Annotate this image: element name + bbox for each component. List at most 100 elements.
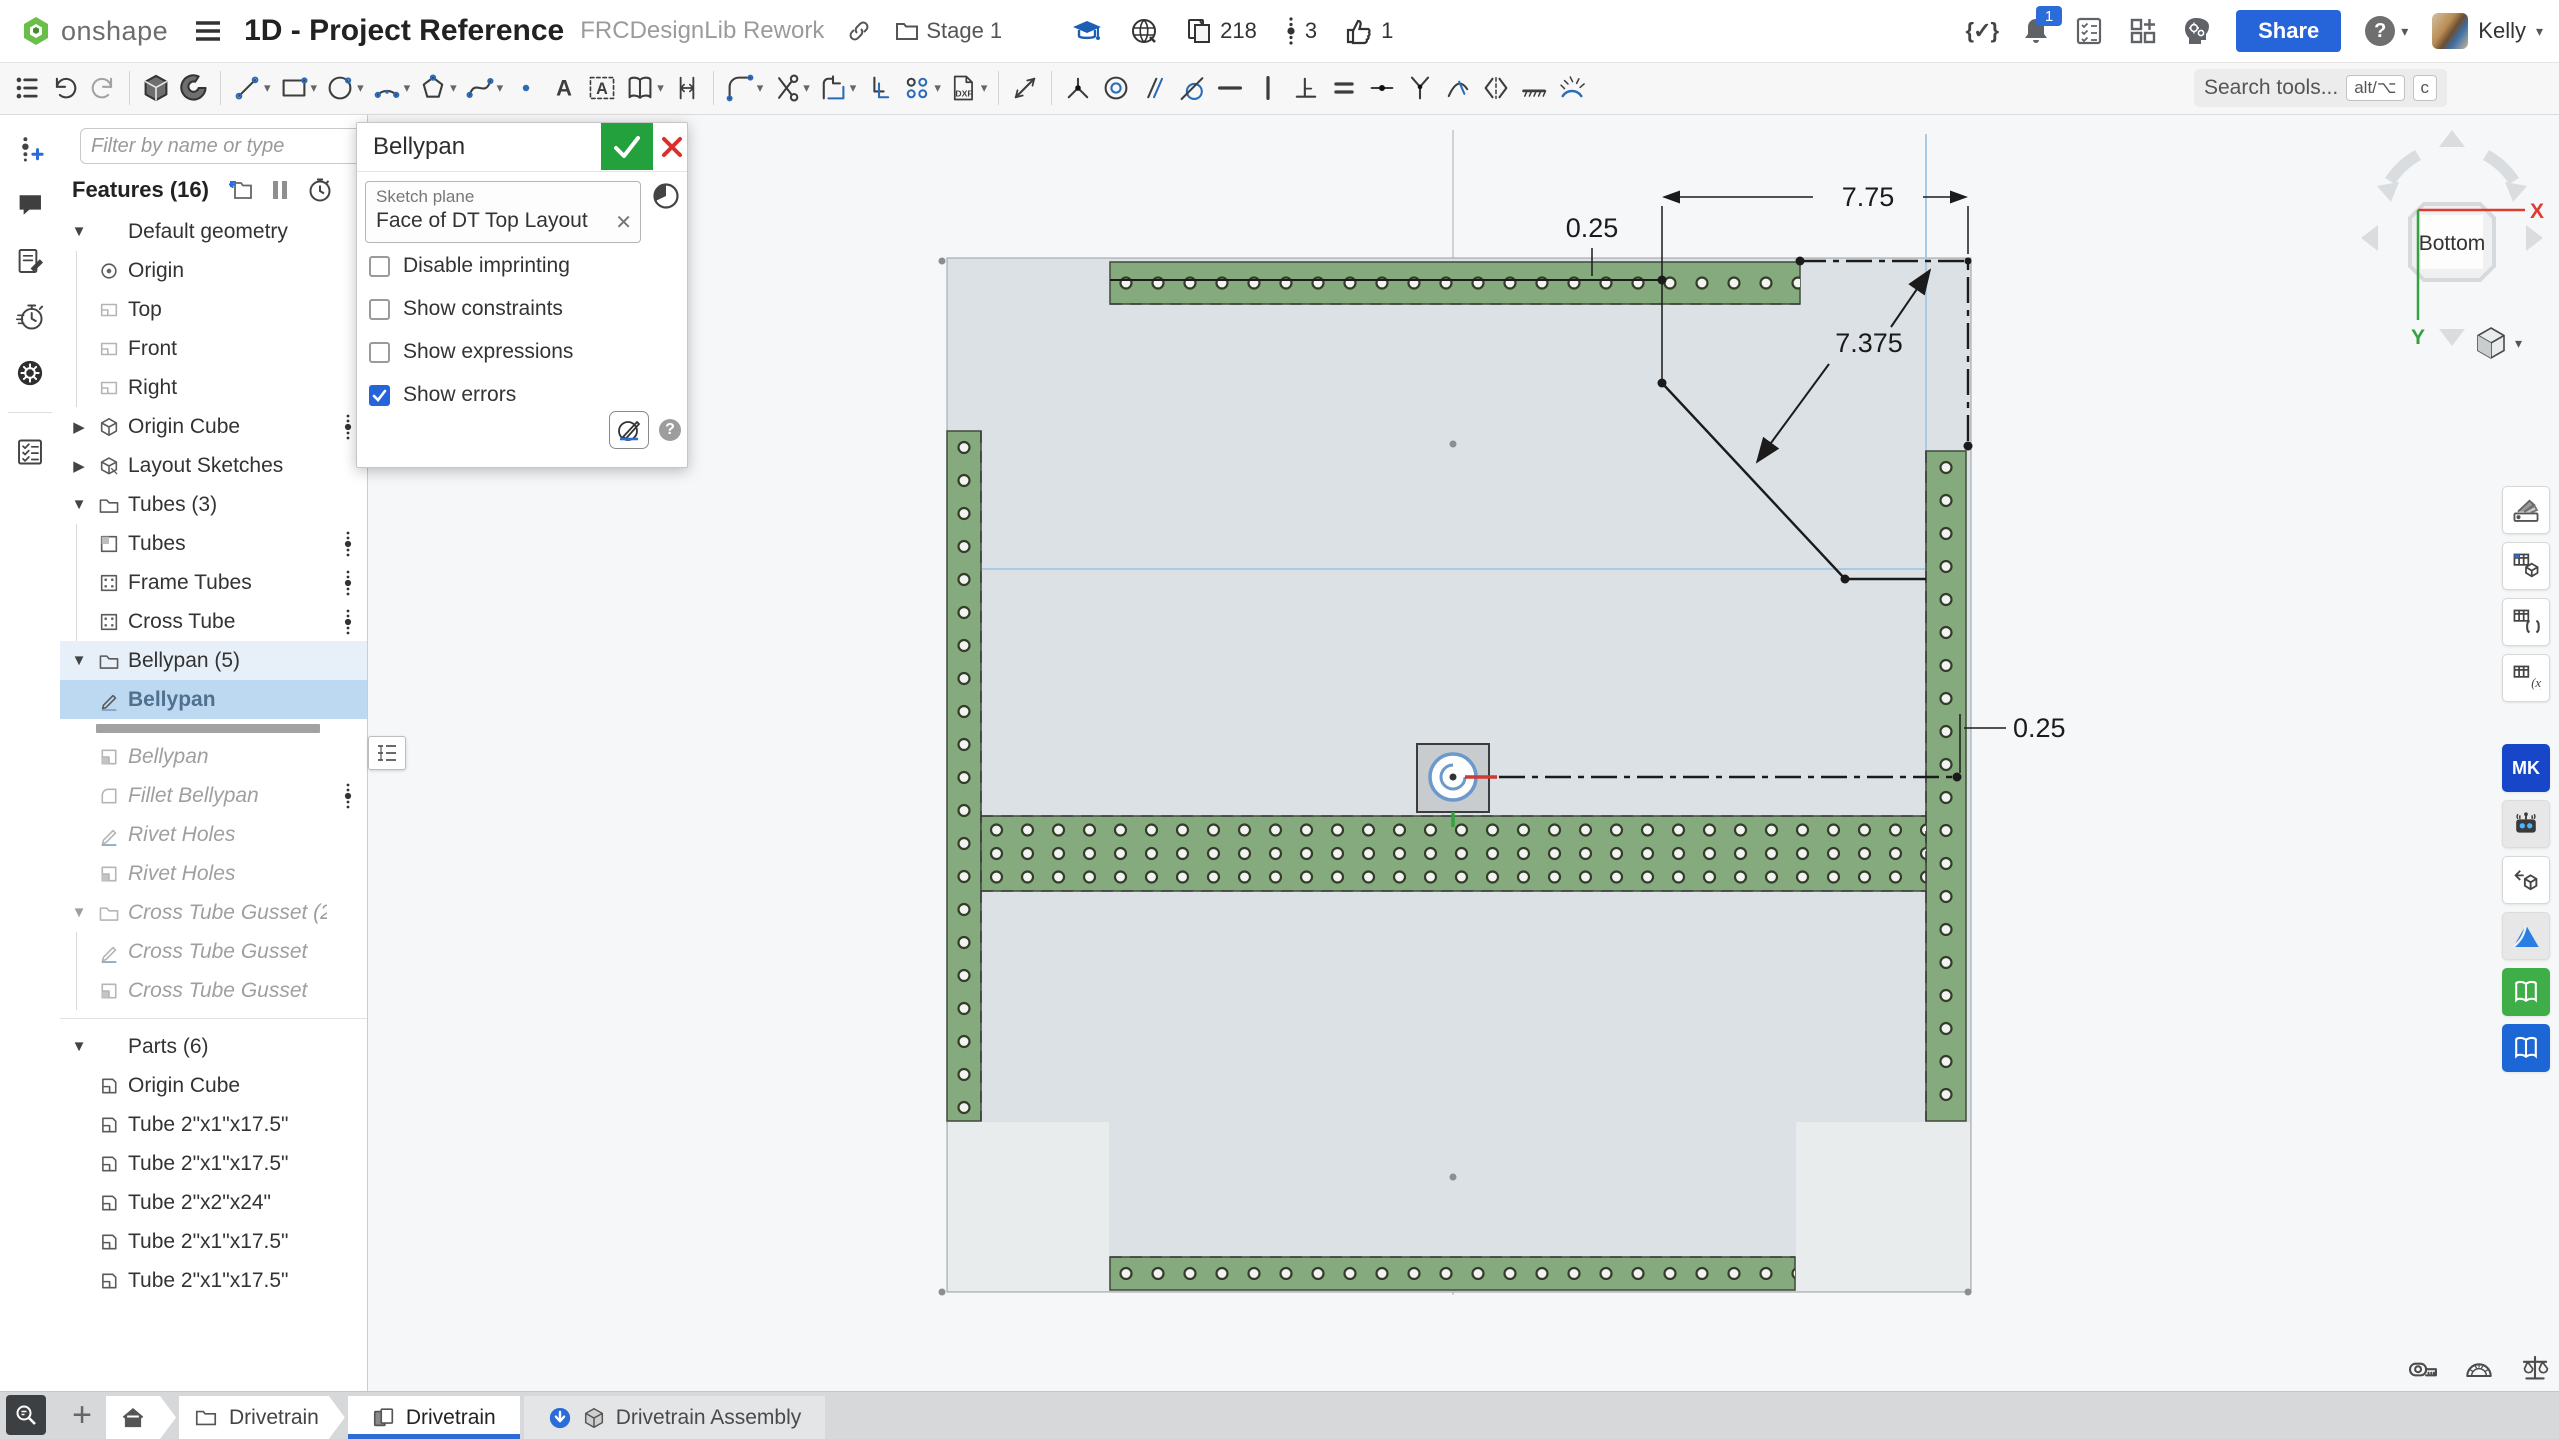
constraint-midpoint-tool[interactable] xyxy=(1363,66,1401,110)
suppress-pause-icon[interactable] xyxy=(271,179,289,201)
dialog-help-icon[interactable]: ? xyxy=(659,419,681,441)
tree-row[interactable]: Tube 2"x2"x24" xyxy=(60,1183,367,1222)
dim-diagonal[interactable]: 7.375 xyxy=(1835,328,1903,358)
tree-row[interactable]: Cross Tube Gusset xyxy=(60,932,367,971)
tree-row[interactable]: Origin Cube xyxy=(60,1066,367,1105)
tree-row[interactable]: Front xyxy=(60,329,367,368)
search-tools[interactable]: Search tools... alt/⌥ c xyxy=(2194,69,2447,107)
tree-row[interactable]: Bellypan xyxy=(60,737,367,776)
sketch-project-tool[interactable]: ▾ xyxy=(814,66,861,110)
tree-row[interactable]: ▼Tubes (3) xyxy=(60,485,367,524)
graphics-area[interactable]: 0.25 7.75 7.375 0.25 xyxy=(367,114,2559,1392)
tree-row[interactable]: Right xyxy=(60,368,367,407)
constraint-normal-tool[interactable] xyxy=(1401,66,1439,110)
tree-row[interactable]: Rivet Holes xyxy=(60,815,367,854)
expander-right-icon[interactable]: ▶ xyxy=(68,418,90,436)
document-title[interactable]: 1D - Project Reference xyxy=(244,14,564,48)
feature-name-input[interactable] xyxy=(371,132,585,162)
cancel-button[interactable] xyxy=(657,123,687,170)
tree-row[interactable]: ▼Cross Tube Gusset (2) xyxy=(60,893,367,932)
sketch-offset-tool[interactable] xyxy=(668,66,706,110)
constraint-horizontal-tool[interactable] xyxy=(1211,66,1249,110)
checkbox-box[interactable] xyxy=(369,385,390,406)
constraint-curvature-tool[interactable] xyxy=(1439,66,1477,110)
main-menu-icon[interactable] xyxy=(194,19,222,43)
extrude-tool[interactable] xyxy=(137,66,175,110)
tree-row[interactable]: ▼Default geometry xyxy=(60,212,367,251)
rollback-history-icon[interactable] xyxy=(307,177,333,203)
tab-drivetrain-assembly[interactable]: Drivetrain Assembly xyxy=(524,1396,826,1439)
tree-row[interactable]: Cross Tube xyxy=(60,602,367,641)
checkbox-show-errors[interactable]: Show errors xyxy=(369,383,516,407)
view-cube[interactable]: Bottom X Y xyxy=(2347,118,2557,368)
configuration-table-icon[interactable] xyxy=(2502,542,2550,590)
configured-features-icon[interactable] xyxy=(2502,598,2550,646)
feature-state-dots-icon[interactable] xyxy=(343,530,353,558)
view-mode-selector[interactable]: ▾ xyxy=(2475,326,2522,360)
constraint-tangent-tool[interactable] xyxy=(1173,66,1211,110)
library-green-app-icon[interactable] xyxy=(2502,968,2550,1016)
filter-input[interactable] xyxy=(80,128,367,164)
protractor-icon[interactable] xyxy=(2463,1352,2495,1384)
checkbox-box[interactable] xyxy=(369,342,390,363)
copies-stat[interactable]: 218 xyxy=(1186,17,1257,45)
sketch-use-tool[interactable]: ▾ xyxy=(621,66,668,110)
configuration-variables-icon[interactable]: (x) xyxy=(2502,654,2550,702)
app-store-icon[interactable] xyxy=(2128,16,2158,46)
tape-measure-icon[interactable] xyxy=(2407,1352,2439,1384)
add-tab-button[interactable]: + xyxy=(62,1394,102,1436)
checkbox-show-expressions[interactable]: Show expressions xyxy=(369,340,573,364)
user-menu[interactable]: Kelly ▾ xyxy=(2432,13,2543,49)
feature-state-dots-icon[interactable] xyxy=(343,608,353,636)
imprint-sketch-button[interactable] xyxy=(609,411,649,449)
public-globe-icon[interactable] xyxy=(1130,17,1158,45)
feature-list-flyout-button[interactable] xyxy=(368,736,406,770)
expander-down-icon[interactable]: ▼ xyxy=(68,652,90,669)
sketch-textbox-tool[interactable]: A xyxy=(583,66,621,110)
plane-orientation-icon[interactable] xyxy=(651,181,681,211)
constraint-vertical-tool[interactable] xyxy=(1249,66,1287,110)
sketch-fillet-tool[interactable]: ▾ xyxy=(721,66,768,110)
feature-state-dots-icon[interactable] xyxy=(343,782,353,810)
tree-row[interactable]: Tube 2"x1"x17.5" xyxy=(60,1144,367,1183)
custom-features-icon[interactable] xyxy=(13,356,47,390)
feature-state-dots-icon[interactable] xyxy=(343,569,353,597)
tree-row[interactable]: Rivet Holes xyxy=(60,854,367,893)
tree-row[interactable]: Fillet Bellypan xyxy=(60,776,367,815)
add-folder-icon[interactable] xyxy=(227,178,253,202)
dim-right-offset[interactable]: 0.25 xyxy=(2013,713,2066,743)
robot-assistant-app-icon[interactable] xyxy=(2502,800,2550,848)
redo-tool[interactable] xyxy=(84,66,122,110)
insert-version-icon[interactable] xyxy=(13,132,47,166)
tree-row[interactable]: Tube 2"x1"x17.5" xyxy=(60,1261,367,1300)
tree-row[interactable]: Tube 2"x1"x17.5" xyxy=(60,1105,367,1144)
checkbox-show-constraints[interactable]: Show constraints xyxy=(369,297,563,321)
rollback-bar[interactable] xyxy=(96,724,320,733)
constraint-fix-tool[interactable] xyxy=(1553,66,1591,110)
home-tab[interactable] xyxy=(106,1396,176,1439)
sketch-trim-tool[interactable]: ▾ xyxy=(767,66,814,110)
view-cube-face-label[interactable]: Bottom xyxy=(2419,232,2486,255)
expander-right-icon[interactable]: ▶ xyxy=(68,457,90,475)
checkbox-box[interactable] xyxy=(369,256,390,277)
constraint-concentric-tool[interactable] xyxy=(1097,66,1135,110)
help-menu[interactable]: ? ▾ xyxy=(2365,16,2408,46)
constraint-equal-tool[interactable] xyxy=(1325,66,1363,110)
derived-parts-app-icon[interactable] xyxy=(2502,856,2550,904)
tree-row[interactable]: Cross Tube Gusset xyxy=(60,971,367,1010)
branches-stat[interactable]: 3 xyxy=(1285,16,1317,46)
sketch-dimension-tool[interactable] xyxy=(1006,66,1044,110)
sketch-plane-field[interactable]: Sketch plane Face of DT Top Layout ✕ xyxy=(365,181,641,243)
search-tabs-button[interactable] xyxy=(6,1395,46,1435)
kinematics-app-icon[interactable] xyxy=(2502,912,2550,960)
mass-properties-icon[interactable] xyxy=(2519,1352,2551,1384)
tree-row[interactable]: ▼Parts (6) xyxy=(60,1027,367,1066)
tasks-checklist-icon[interactable] xyxy=(2074,16,2104,46)
ai-advisor-icon[interactable] xyxy=(2182,16,2212,46)
constraint-parallel-tool[interactable] xyxy=(1135,66,1173,110)
accept-button[interactable] xyxy=(601,123,653,170)
tree-row[interactable]: ▶Origin Cube xyxy=(60,407,367,446)
tab-folder-drivetrain[interactable]: Drivetrain xyxy=(179,1396,345,1439)
tree-row[interactable]: Frame Tubes xyxy=(60,563,367,602)
comments-icon[interactable] xyxy=(13,188,47,222)
